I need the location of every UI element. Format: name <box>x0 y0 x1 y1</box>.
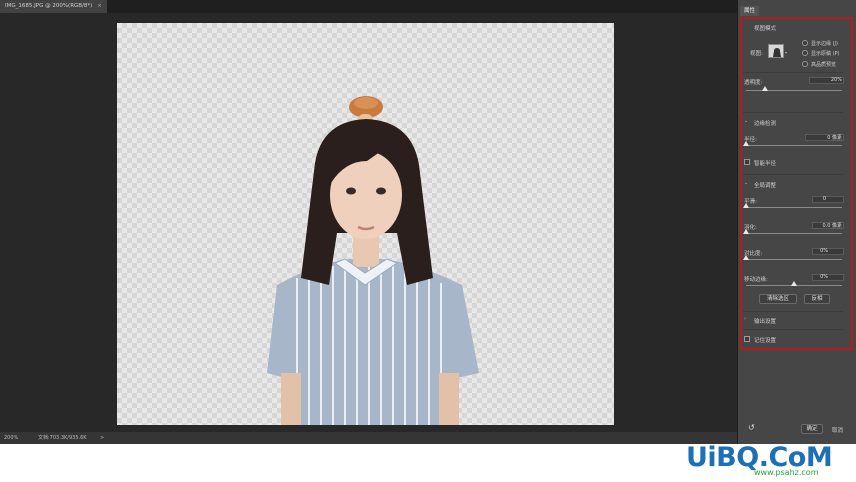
document-tab-bar: IMG_1685.JPG @ 200%(RGB/8*) × <box>0 0 737 13</box>
document-tab-title: IMG_1685.JPG @ 200%(RGB/8*) <box>5 3 93 9</box>
chevron-down-icon[interactable]: ⌄ <box>744 118 748 124</box>
status-bar: 200% 文档:703.3K/935.6K > <box>0 432 737 444</box>
feather-value: 0.0 像素 <box>822 223 842 229</box>
divider <box>743 174 843 175</box>
show-original-checkbox[interactable] <box>802 50 808 56</box>
remember-settings-label: 记住设置 <box>754 338 777 344</box>
zoom-level[interactable]: 200% <box>4 432 18 444</box>
show-edge-label: 显示边缘 (J) <box>811 41 838 47</box>
photoshop-window: IMG_1685.JPG @ 200%(RGB/8*) × 200% 文档:70… <box>0 0 856 444</box>
reset-icon[interactable]: ↺ <box>748 423 755 432</box>
global-refine-title[interactable]: 全局调整 <box>754 181 776 189</box>
cancel-button[interactable]: 取消 <box>832 426 843 434</box>
radius-slider-track[interactable] <box>746 145 842 146</box>
smart-radius-checkbox[interactable] <box>744 159 750 165</box>
feather-slider-track[interactable] <box>746 233 842 234</box>
watermark-url: www.psahz.com <box>754 468 819 477</box>
chevron-right-icon[interactable]: › <box>744 316 746 322</box>
document-tab[interactable]: IMG_1685.JPG @ 200%(RGB/8*) × <box>0 0 107 13</box>
output-settings-title[interactable]: 输出设置 <box>754 317 776 325</box>
contrast-value: 0% <box>820 248 828 254</box>
remember-settings-checkbox[interactable] <box>744 336 750 342</box>
clear-selection-button[interactable]: 清除选区 <box>759 294 797 304</box>
high-quality-preview-label: 高品质预览 <box>811 62 837 68</box>
status-arrow-icon[interactable]: > <box>100 432 104 444</box>
divider <box>743 112 843 113</box>
document-canvas[interactable] <box>117 23 614 425</box>
silhouette-icon <box>773 48 781 57</box>
divider <box>743 311 843 312</box>
show-original-label: 显示原稿 (P) <box>811 51 840 57</box>
view-mode-title: 视图模式 <box>754 26 777 32</box>
opacity-slider-track[interactable] <box>746 90 842 91</box>
contrast-slider-thumb[interactable] <box>743 255 749 260</box>
view-dropdown-icon[interactable]: ▾ <box>785 50 787 55</box>
opacity-value: 20% <box>830 77 842 83</box>
divider <box>743 72 843 73</box>
document-info: 文档:703.3K/935.6K <box>38 435 87 441</box>
smooth-slider-track[interactable] <box>746 207 842 208</box>
shift-edge-value: 0% <box>820 274 828 280</box>
radius-slider-thumb[interactable] <box>743 141 749 146</box>
view-label: 视图: <box>750 51 763 57</box>
smart-radius-label: 智能半径 <box>754 161 777 167</box>
shift-edge-slider-thumb[interactable] <box>791 281 797 286</box>
girl-photo <box>267 96 479 425</box>
radius-value: 0 像素 <box>827 135 842 141</box>
feather-slider-thumb[interactable] <box>743 229 749 234</box>
panel-tab-properties[interactable]: 属性 <box>740 6 760 16</box>
contrast-slider-track[interactable] <box>746 259 842 260</box>
shift-edge-label: 移动边缘: <box>744 277 768 283</box>
smooth-slider-thumb[interactable] <box>743 203 749 208</box>
invert-button[interactable]: 反相 <box>804 294 830 304</box>
chevron-down-icon[interactable]: ⌄ <box>744 180 748 186</box>
high-quality-preview-checkbox[interactable] <box>802 61 808 67</box>
ok-button[interactable]: 确定 <box>801 424 823 434</box>
edge-detection-title[interactable]: 边缘检测 <box>754 119 776 127</box>
opacity-label: 透明度: <box>744 80 763 86</box>
canvas-area[interactable] <box>0 13 737 432</box>
view-mode-dropdown[interactable] <box>768 44 784 58</box>
close-icon[interactable]: × <box>97 3 102 9</box>
show-edge-checkbox[interactable] <box>802 40 808 46</box>
divider <box>743 329 843 330</box>
opacity-slider-thumb[interactable] <box>762 86 769 91</box>
smooth-value: 0 <box>822 196 826 202</box>
